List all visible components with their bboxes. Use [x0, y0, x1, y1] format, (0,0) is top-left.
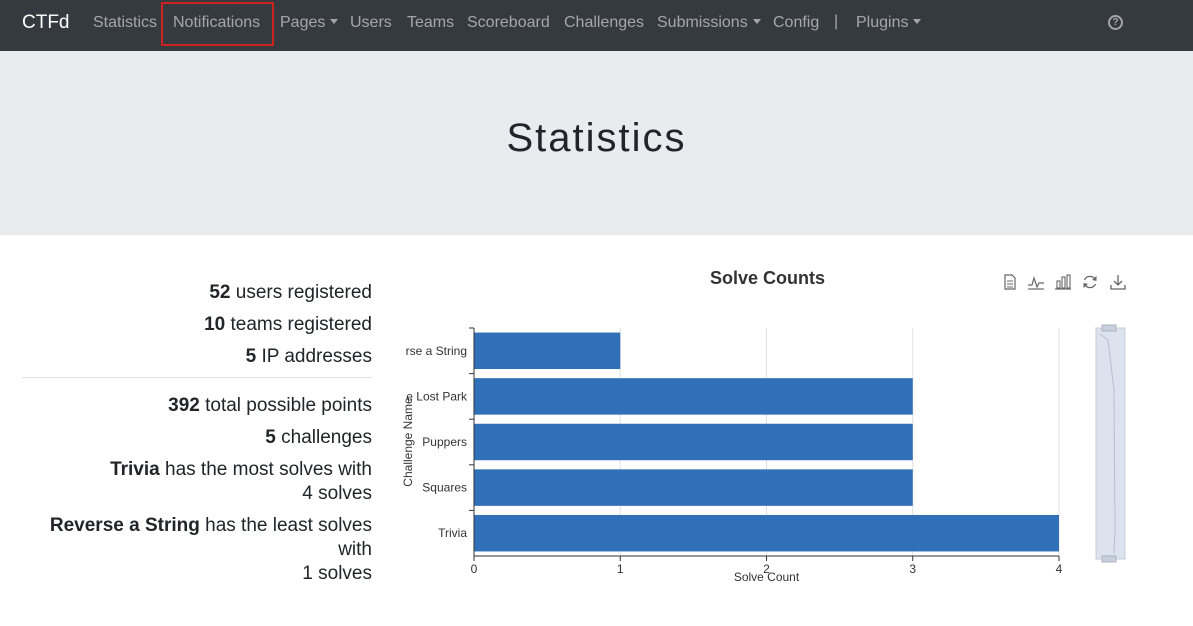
bar — [474, 469, 913, 506]
stat-most-solves: Trivia has the most solves with 4 solves — [22, 458, 372, 506]
stat-least-solves: Reverse a String has the least solves wit… — [22, 514, 372, 586]
y-tick-label: rse a String — [406, 344, 467, 358]
bar — [474, 423, 913, 461]
stat-teams: 10 teams registered — [22, 313, 372, 337]
refresh-icon[interactable] — [1081, 273, 1099, 291]
nav-submissions[interactable]: Submissions — [657, 14, 761, 32]
x-tick-label: 1 — [617, 562, 624, 576]
x-axis-title: Solve Count — [734, 570, 800, 584]
nav-submissions-label: Submissions — [657, 14, 748, 31]
y-axis-title: Challenge Name — [401, 397, 415, 487]
y-tick-label: Puppers — [422, 435, 467, 449]
bar — [474, 332, 621, 370]
bar — [474, 378, 913, 415]
chart-title: Solve Counts — [709, 268, 825, 288]
annotation-highlight-box — [161, 2, 274, 46]
stats-panel: 52 users registered 10 teams registered … — [22, 281, 372, 594]
nav-plugins-label: Plugins — [856, 14, 909, 31]
stat-challenges-text: challenges — [281, 427, 372, 448]
nav-users[interactable]: Users — [350, 14, 392, 32]
stat-teams-text: teams registered — [230, 314, 372, 335]
stat-ips-count: 5 — [245, 346, 257, 367]
data-view-icon[interactable] — [1001, 273, 1019, 291]
stat-most-name: Trivia — [110, 459, 160, 480]
stat-ips: 5 IP addresses — [22, 345, 372, 369]
nav-pages[interactable]: Pages — [280, 14, 339, 32]
caret-down-icon — [752, 19, 761, 24]
brand-logo[interactable]: CTFd — [22, 12, 70, 34]
stat-teams-count: 10 — [204, 314, 226, 335]
zoom-handle-bottom[interactable] — [1101, 555, 1117, 563]
stat-points: 392 total possible points — [22, 394, 372, 418]
stat-ips-text: IP addresses — [261, 346, 372, 367]
nav-plugins[interactable]: Plugins — [856, 14, 922, 32]
page-title: Statistics — [506, 116, 687, 160]
solve-counts-chart: 0 1 2 3 4rse a Stringe Lost ParkPuppersSquar… — [401, 324, 1126, 584]
stat-most-solves-count: 4 solves — [302, 483, 372, 504]
bar-chart-icon[interactable] — [1054, 273, 1072, 291]
stat-least-text: has the least solves — [205, 515, 372, 536]
stats-divider — [22, 377, 372, 378]
nav-teams[interactable]: Teams — [407, 14, 454, 32]
y-tick-label: e Lost Park — [406, 389, 468, 403]
stat-points-count: 392 — [168, 395, 200, 416]
line-chart-icon[interactable] — [1027, 273, 1045, 291]
stat-most-text: has the most solves with — [165, 459, 372, 480]
stat-points-text: total possible points — [205, 395, 372, 416]
stat-least-name: Reverse a String — [49, 515, 200, 536]
x-tick-label: 4 — [1056, 562, 1063, 576]
caret-down-icon — [913, 19, 922, 24]
nav-config[interactable]: Config — [773, 14, 819, 32]
stat-challenges: 5 challenges — [22, 426, 372, 450]
x-tick-label: 0 — [471, 562, 478, 576]
bar — [474, 514, 1059, 552]
stat-least-with: with — [338, 539, 372, 560]
stat-users-text: users registered — [235, 282, 372, 303]
download-icon[interactable] — [1109, 273, 1127, 291]
nav-statistics[interactable]: Statistics — [93, 14, 157, 32]
caret-down-icon — [330, 19, 339, 24]
jumbotron: Statistics — [0, 51, 1193, 235]
y-tick-label: Trivia — [438, 526, 467, 540]
x-tick-label: 3 — [909, 562, 916, 576]
stat-users-count: 52 — [209, 282, 231, 303]
question-circle-icon[interactable]: ? — [1108, 15, 1123, 30]
zoom-handle-top[interactable] — [1101, 324, 1117, 332]
nav-scoreboard[interactable]: Scoreboard — [467, 14, 550, 32]
nav-separator: | — [834, 13, 839, 30]
stat-challenges-count: 5 — [265, 427, 276, 448]
stat-least-solves-count: 1 solves — [302, 563, 372, 584]
nav-challenges[interactable]: Challenges — [564, 14, 644, 32]
nav-pages-label: Pages — [280, 14, 326, 31]
stat-users: 52 users registered — [22, 281, 372, 305]
y-tick-label: Squares — [422, 481, 467, 495]
